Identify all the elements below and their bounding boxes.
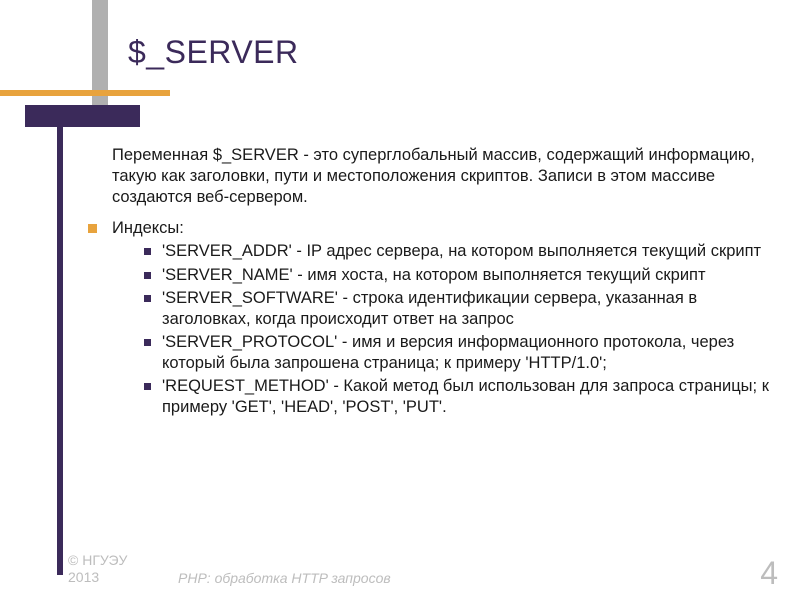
list-item: 'SERVER_PROTOCOL' - имя и версия информа… <box>140 332 778 374</box>
decor-bar-purple-horizontal <box>25 105 140 127</box>
intro-text: Переменная $_SERVER - это суперглобальны… <box>112 145 778 208</box>
copyright-line-1: © НГУЭУ <box>68 552 127 568</box>
list-item: 'REQUEST_METHOD' - Какой метод был испол… <box>140 376 778 418</box>
decor-bar-orange <box>0 90 170 96</box>
slide-content: Переменная $_SERVER - это суперглобальны… <box>68 145 778 420</box>
indexes-label: Индексы: <box>112 219 184 237</box>
page-number: 4 <box>760 555 778 592</box>
decor-bar-purple-vertical <box>57 105 63 575</box>
copyright-line-2: 2013 <box>68 569 99 585</box>
list-item: 'SERVER_SOFTWARE' - строка идентификации… <box>140 288 778 330</box>
list-item: 'SERVER_ADDR' - IP адрес сервера, на кот… <box>140 241 778 262</box>
footer-subtitle: PHP: обработка HTTP запросов <box>178 570 391 586</box>
slide: $_SERVER Переменная $_SERVER - это супер… <box>0 0 800 600</box>
sub-bullet-list: 'SERVER_ADDR' - IP адрес сервера, на кот… <box>140 241 778 418</box>
list-item: Индексы: 'SERVER_ADDR' - IP адрес сервер… <box>80 218 778 418</box>
list-item: 'SERVER_NAME' - имя хоста, на котором вы… <box>140 265 778 286</box>
footer-copyright: © НГУЭУ 2013 <box>68 552 127 586</box>
slide-title: $_SERVER <box>128 34 299 71</box>
bullet-list: Индексы: 'SERVER_ADDR' - IP адрес сервер… <box>80 218 778 418</box>
